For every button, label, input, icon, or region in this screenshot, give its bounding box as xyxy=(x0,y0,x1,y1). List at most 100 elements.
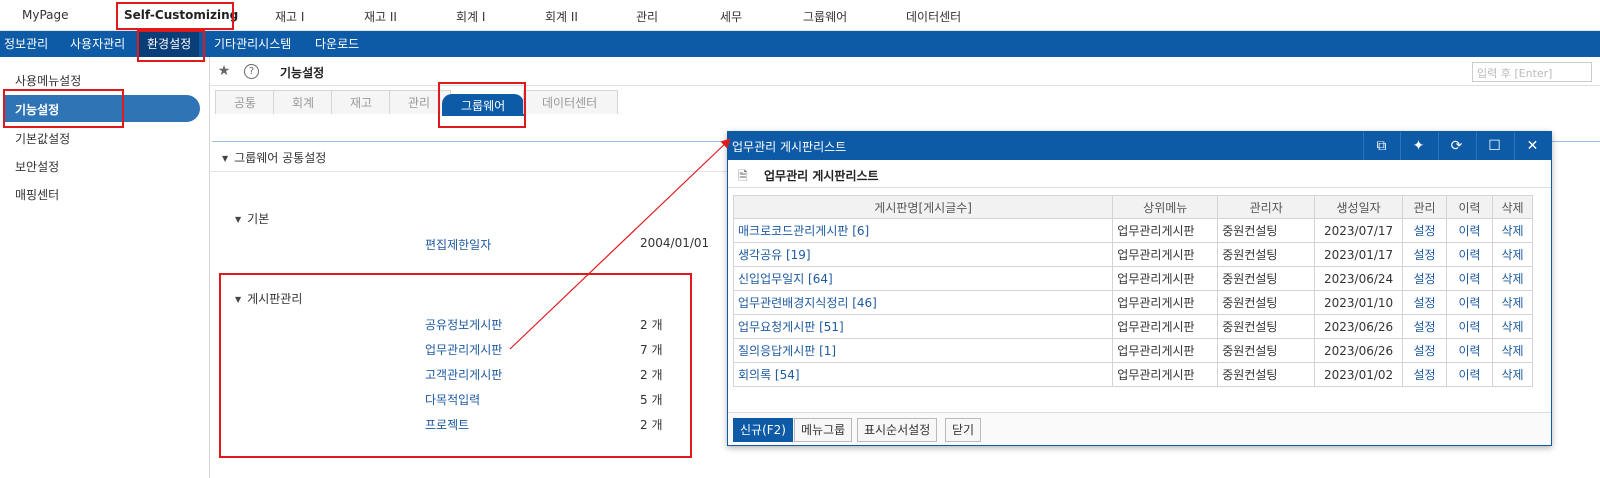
table-row: 질의응답게시판 [1] 업무관리게시판 중원컨설팅 2023/06/26 설정 … xyxy=(732,338,1533,363)
settings-link[interactable]: 설정 xyxy=(1402,218,1448,243)
settings-link[interactable]: 설정 xyxy=(1402,338,1448,363)
display-order-button[interactable]: 표시순서설정 xyxy=(857,418,938,442)
delete-link[interactable]: 삭제 xyxy=(1492,362,1533,387)
top-menu-self-customizing[interactable]: Self-Customizing xyxy=(124,8,238,22)
edit-limit-date-value: 2004/01/01 xyxy=(640,236,710,250)
delete-link[interactable]: 삭제 xyxy=(1492,290,1533,315)
section-divider xyxy=(210,171,730,172)
column-header[interactable]: 생성일자 xyxy=(1314,195,1404,219)
board-link[interactable]: 고객관리게시판 xyxy=(425,366,502,383)
board-name-link[interactable]: 매크로코드관리게시판 [6] xyxy=(732,218,1114,243)
board-name-link[interactable]: 회의록 [54] xyxy=(732,362,1114,387)
column-header[interactable]: 관리자 xyxy=(1217,195,1316,219)
delete-link[interactable]: 삭제 xyxy=(1492,314,1533,339)
top-menu-stock-1[interactable]: 재고 I xyxy=(275,8,304,25)
settings-link[interactable]: 설정 xyxy=(1402,290,1448,315)
column-header[interactable]: 게시판명[게시글수] xyxy=(732,195,1114,219)
pin-icon[interactable]: ✦ xyxy=(1400,132,1436,160)
created-date-cell: 2023/01/02 xyxy=(1314,362,1404,387)
new-button[interactable]: 신규(F2) xyxy=(733,418,793,442)
top-menu-account-1[interactable]: 회계 I xyxy=(456,8,485,25)
subnav-settings[interactable]: 환경설정 xyxy=(139,31,200,57)
board-name-link[interactable]: 업무관련배경지식정리 [46] xyxy=(732,290,1114,315)
top-menu-manage[interactable]: 관리 xyxy=(636,8,658,25)
modal-title: 업무관리 게시판리스트 xyxy=(732,140,847,154)
close-button[interactable]: 닫기 xyxy=(945,418,982,442)
help-icon[interactable]: ? xyxy=(244,64,259,79)
subnav-download[interactable]: 다운로드 xyxy=(315,31,359,57)
star-icon[interactable]: ★ xyxy=(215,62,233,80)
history-link[interactable]: 이력 xyxy=(1446,362,1493,387)
created-date-cell: 2023/01/17 xyxy=(1314,242,1404,267)
section-groupware-common[interactable]: ▼ 그룹웨어 공통설정 xyxy=(222,149,326,166)
top-menu-tax[interactable]: 세무 xyxy=(720,8,742,25)
sidebar-item-security[interactable]: 보안설정 xyxy=(15,158,59,175)
board-name-link[interactable]: 신입업무일지 [64] xyxy=(732,266,1114,291)
group-board[interactable]: ▼ 게시판관리 xyxy=(235,290,302,307)
settings-link[interactable]: 설정 xyxy=(1402,266,1448,291)
board-name-link[interactable]: 생각공유 [19] xyxy=(732,242,1114,267)
parent-menu-cell: 업무관리게시판 xyxy=(1112,242,1219,267)
board-name-link[interactable]: 업무요청게시판 [51] xyxy=(732,314,1114,339)
tab-groupware[interactable]: 그룹웨어 xyxy=(442,94,525,116)
popout-icon[interactable]: ⧉ xyxy=(1363,132,1399,160)
settings-link[interactable]: 설정 xyxy=(1402,242,1448,267)
collapse-triangle-icon: ▼ xyxy=(235,215,242,224)
group-basic[interactable]: ▼ 기본 xyxy=(235,210,269,227)
search-input[interactable]: 입력 후 [Enter] xyxy=(1472,62,1592,82)
sidebar-item-function-settings[interactable]: 기능설정 xyxy=(5,95,200,122)
edit-limit-date-label[interactable]: 편집제한일자 xyxy=(425,236,491,253)
column-header[interactable]: 삭제 xyxy=(1492,195,1533,219)
refresh-icon[interactable]: ⟳ xyxy=(1438,132,1474,160)
board-name-link[interactable]: 질의응답게시판 [1] xyxy=(732,338,1114,363)
maximize-icon[interactable]: ☐ xyxy=(1476,132,1512,160)
column-header[interactable]: 상위메뉴 xyxy=(1112,195,1219,219)
close-icon[interactable]: ✕ xyxy=(1514,132,1550,160)
history-link[interactable]: 이력 xyxy=(1446,266,1493,291)
top-menu-datacenter[interactable]: 데이터센터 xyxy=(906,8,961,25)
modal-subtitle: 업무관리 게시판리스트 xyxy=(764,169,879,183)
subnav-users[interactable]: 사용자관리 xyxy=(70,31,125,57)
column-header[interactable]: 이력 xyxy=(1446,195,1493,219)
delete-link[interactable]: 삭제 xyxy=(1492,242,1533,267)
parent-menu-cell: 업무관리게시판 xyxy=(1112,338,1219,363)
top-menu-stock-2[interactable]: 재고 II xyxy=(364,8,397,25)
delete-link[interactable]: 삭제 xyxy=(1492,266,1533,291)
table-row: 회의록 [54] 업무관리게시판 중원컨설팅 2023/01/02 설정 이력 … xyxy=(732,362,1533,387)
history-link[interactable]: 이력 xyxy=(1446,338,1493,363)
board-link[interactable]: 공유정보게시판 xyxy=(425,316,502,333)
history-link[interactable]: 이력 xyxy=(1446,218,1493,243)
top-menu-mypage[interactable]: MyPage xyxy=(22,8,69,22)
top-menu-groupware[interactable]: 그룹웨어 xyxy=(803,8,847,25)
admin-cell: 중원컨설팅 xyxy=(1217,290,1316,315)
sidebar-item-defaults[interactable]: 기본값설정 xyxy=(15,130,70,147)
top-menu-account-2[interactable]: 회계 II xyxy=(545,8,578,25)
subnav-info[interactable]: 정보관리 xyxy=(4,31,48,57)
modal-subheader: 🗎 업무관리 게시판리스트 xyxy=(728,160,1551,188)
board-link[interactable]: 업무관리게시판 xyxy=(425,341,502,358)
delete-link[interactable]: 삭제 xyxy=(1492,218,1533,243)
history-link[interactable]: 이력 xyxy=(1446,242,1493,267)
history-link[interactable]: 이력 xyxy=(1446,290,1493,315)
menu-group-button[interactable]: 메뉴그룹 xyxy=(794,418,853,442)
subnav-other-systems[interactable]: 기타관리시스템 xyxy=(214,31,291,57)
column-header[interactable]: 관리 xyxy=(1402,195,1448,219)
sidebar-item-menu-settings[interactable]: 사용메뉴설정 xyxy=(15,72,81,89)
settings-link[interactable]: 설정 xyxy=(1402,362,1448,387)
group-title: 기본 xyxy=(247,212,270,226)
history-link[interactable]: 이력 xyxy=(1446,314,1493,339)
settings-link[interactable]: 설정 xyxy=(1402,314,1448,339)
created-date-cell: 2023/06/24 xyxy=(1314,266,1404,291)
tab-datacenter[interactable]: 데이터센터 xyxy=(523,90,618,114)
admin-cell: 중원컨설팅 xyxy=(1217,362,1316,387)
tab-accounting[interactable]: 회계 xyxy=(273,90,335,114)
tab-common[interactable]: 공통 xyxy=(215,90,277,114)
tab-stock[interactable]: 재고 xyxy=(331,90,393,114)
admin-cell: 중원컨설팅 xyxy=(1217,266,1316,291)
delete-link[interactable]: 삭제 xyxy=(1492,338,1533,363)
board-link[interactable]: 다목적입력 xyxy=(425,391,480,408)
sidebar-item-label: 기능설정 xyxy=(15,103,60,117)
sidebar-item-mapping[interactable]: 매핑센터 xyxy=(15,186,59,203)
title-bar: ★ ? 기능설정 입력 후 [Enter] xyxy=(210,57,1600,86)
board-link[interactable]: 프로젝트 xyxy=(425,416,469,433)
